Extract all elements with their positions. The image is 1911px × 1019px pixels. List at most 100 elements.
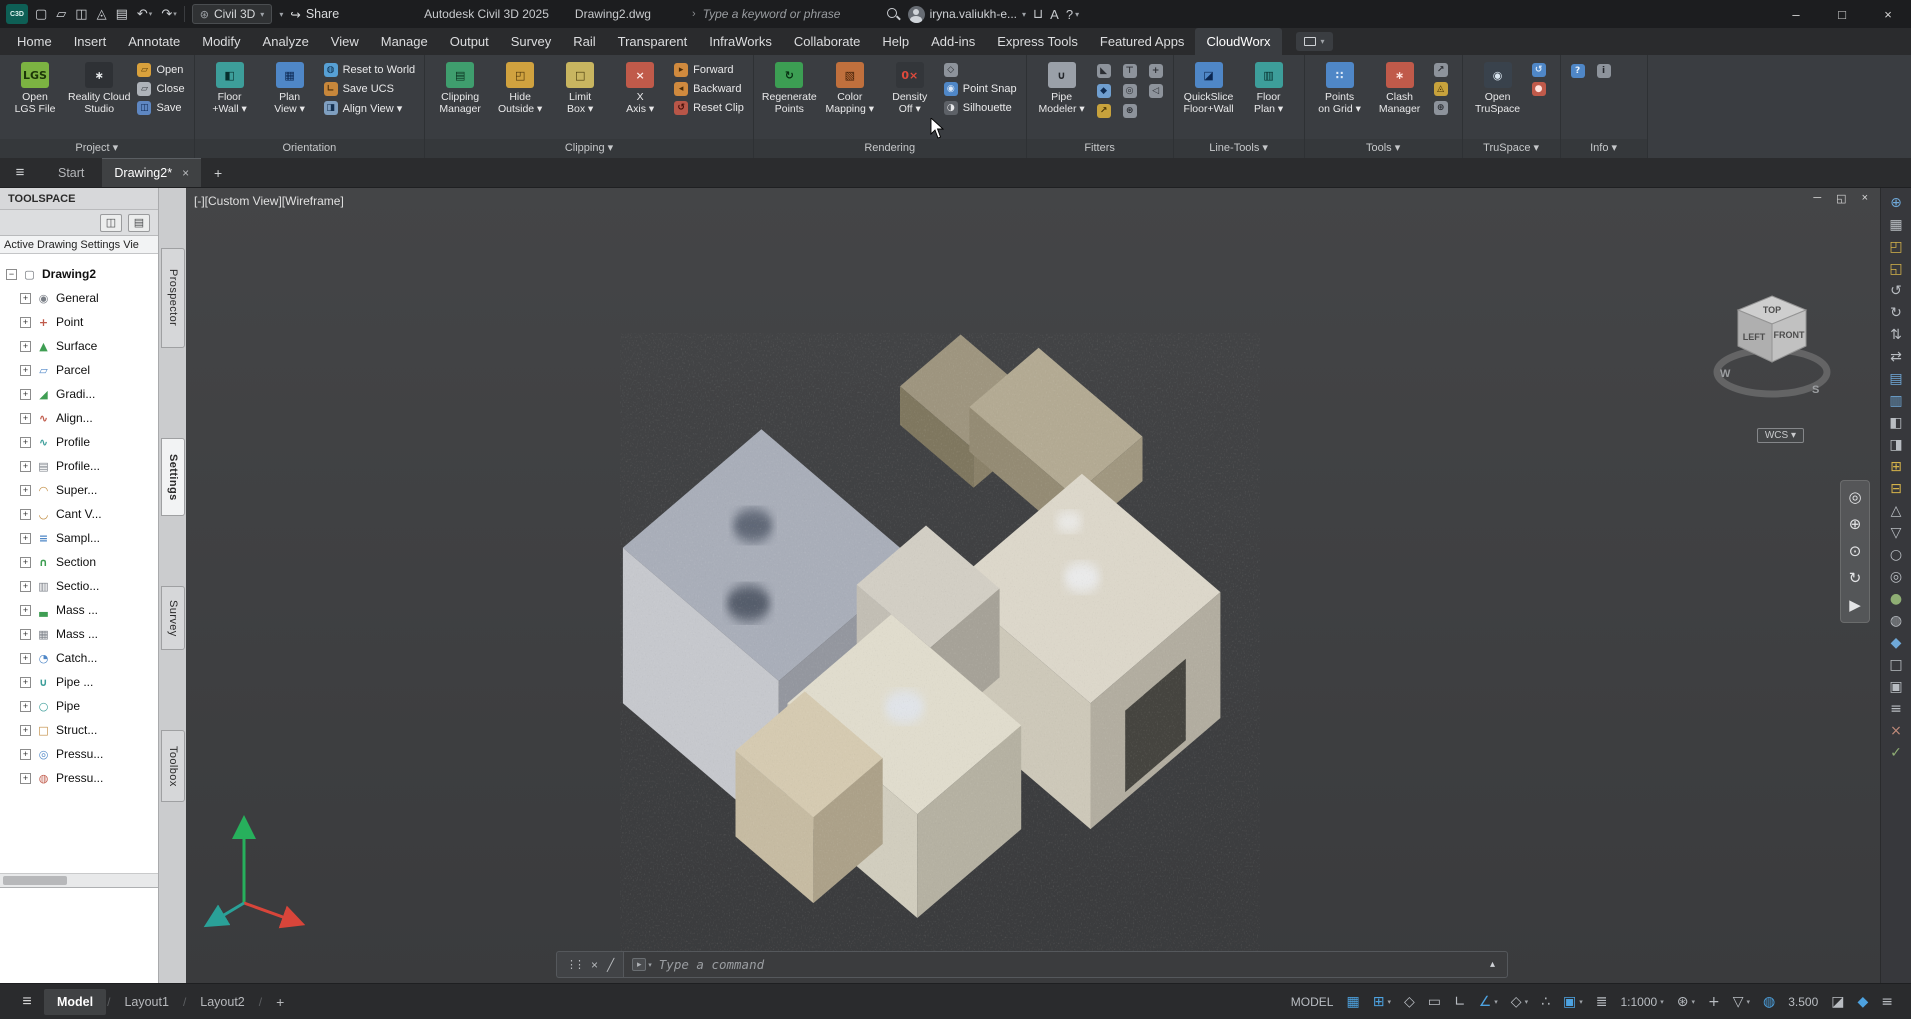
gizmo-icon[interactable]: ◍ (1763, 995, 1775, 1009)
menu-tab-add-ins[interactable]: Add-ins (920, 28, 986, 55)
tree-item-catch[interactable]: +◔Catch... (0, 646, 158, 670)
plot-button[interactable]: ▤ (116, 7, 128, 22)
toolspace-tab-toolbox[interactable]: Toolbox (161, 730, 185, 802)
menu-tab-insert[interactable]: Insert (63, 28, 118, 55)
cw-toolbar-icon-4[interactable]: ◱ (1889, 262, 1902, 276)
command-line-close-icon[interactable]: × (591, 958, 598, 972)
cw-toolbar-icon-21[interactable]: ◆ (1891, 636, 1902, 650)
expand-icon[interactable]: + (20, 605, 31, 616)
menu-tab-annotate[interactable]: Annotate (117, 28, 191, 55)
fitter-pick-button[interactable]: ↗ (1094, 104, 1114, 118)
menu-tab-survey[interactable]: Survey (500, 28, 562, 55)
cw-toolbar-icon-8[interactable]: ⇄ (1890, 350, 1902, 364)
expand-icon[interactable]: + (20, 725, 31, 736)
user-account-menu[interactable]: iryna.valiukh-e... ▾ (908, 6, 1026, 23)
expand-icon[interactable]: + (20, 581, 31, 592)
toolspace-view-selector[interactable]: Active Drawing Settings Vie (0, 236, 158, 254)
showmotion-icon[interactable]: ▶ (1849, 598, 1861, 613)
limit-box-button[interactable]: □LimitBox ▾ (552, 60, 608, 118)
tree-item-pipe[interactable]: +○Pipe (0, 694, 158, 718)
model-paper-toggle[interactable]: MODEL (1291, 995, 1334, 1009)
expand-icon[interactable]: + (20, 317, 31, 328)
clash-manager-button[interactable]: ∗ClashManager (1372, 60, 1428, 118)
annotation-scale[interactable]: 1:1000▾ (1621, 995, 1664, 1009)
tree-item-gradi[interactable]: +◢Gradi... (0, 382, 158, 406)
open-lgs-file-button[interactable]: LGSOpenLGS File (7, 60, 63, 118)
viewcube-south[interactable]: S (1812, 384, 1819, 396)
collapse-icon[interactable]: − (6, 269, 17, 280)
cw-toolbar-icon-2[interactable]: ▦ (1889, 218, 1902, 232)
tab-start[interactable]: Start (40, 158, 102, 187)
cw-toolbar-icon-26[interactable]: ✓ (1890, 746, 1902, 760)
menu-tab-analyze[interactable]: Analyze (252, 28, 320, 55)
quickslice-floor-wall-button[interactable]: ◪QuickSliceFloor+Wall (1181, 60, 1237, 118)
new-layout-button[interactable]: + (263, 989, 297, 1015)
cw-toolbar-icon-6[interactable]: ↻ (1890, 306, 1902, 320)
tree-item-mass[interactable]: +▦Mass ... (0, 622, 158, 646)
cw-toolbar-icon-12[interactable]: ◨ (1889, 438, 1902, 452)
ribbon-panel-label-clipping[interactable]: Clipping ▾ (425, 139, 753, 158)
search-input[interactable] (703, 7, 879, 21)
cw-toolbar-icon-24[interactable]: ≡ (1890, 702, 1902, 716)
point-cloud-detail[interactable]: 3.500 (1788, 995, 1818, 1009)
qat-customize-icon[interactable]: ▾ (279, 10, 283, 19)
menu-tab-collaborate[interactable]: Collaborate (783, 28, 872, 55)
regenerate-points-button[interactable]: ↻RegeneratePoints (761, 60, 818, 118)
expand-icon[interactable]: + (20, 293, 31, 304)
tree-item-sampl[interactable]: +≡Sampl... (0, 526, 158, 550)
color-mapping-button[interactable]: ▧ColorMapping ▾ (822, 60, 878, 118)
isolate-objects-icon[interactable]: ◪ (1831, 995, 1844, 1009)
redo-button[interactable]: ↷▾ (161, 7, 176, 22)
tree-item-pipe[interactable]: +∪Pipe ... (0, 670, 158, 694)
expand-icon[interactable]: + (20, 653, 31, 664)
viewcube[interactable]: W S TOP LEFT FRONT (1712, 280, 1832, 410)
tree-item-point[interactable]: ++Point (0, 310, 158, 334)
tree-item-section[interactable]: +∩Section (0, 550, 158, 574)
cw-toolbar-icon-3[interactable]: ◰ (1889, 240, 1902, 254)
cw-toolbar-icon-22[interactable]: □ (1889, 658, 1902, 672)
fitter-reducer-button[interactable]: ◁ (1146, 84, 1166, 98)
toolspace-title[interactable]: TOOLSPACE (0, 188, 158, 210)
undo-button[interactable]: ↶▾ (137, 7, 152, 22)
menu-tab-transparent[interactable]: Transparent (607, 28, 699, 55)
render-option-button[interactable]: ◇ (942, 63, 1019, 77)
cw-toolbar-icon-13[interactable]: ⊞ (1890, 460, 1902, 474)
reset-clip-button[interactable]: ↺Reset Clip (672, 101, 746, 115)
tools-measure-button[interactable]: ↗ (1432, 63, 1455, 77)
layout-tab-model[interactable]: Model (44, 989, 106, 1015)
expand-icon[interactable]: + (20, 461, 31, 472)
menu-tab-infraworks[interactable]: InfraWorks (698, 28, 783, 55)
point-cloud-model[interactable] (620, 333, 1260, 955)
menu-tab-featured-apps[interactable]: Featured Apps (1089, 28, 1196, 55)
customization-icon[interactable]: ≡ (1881, 995, 1893, 1009)
toolspace-tab-prospector[interactable]: Prospector (161, 248, 185, 348)
menu-tab-output[interactable]: Output (439, 28, 500, 55)
viewport-close-icon[interactable]: × (1862, 192, 1868, 205)
ribbon-panel-label-fitters[interactable]: Fitters (1027, 139, 1173, 158)
toolspace-hscrollbar[interactable] (0, 873, 158, 887)
toolspace-tab-survey[interactable]: Survey (161, 586, 185, 650)
polar-tracking-icon[interactable]: ∠▾ (1479, 995, 1498, 1009)
osnap-tracking-icon[interactable]: ∴ (1541, 995, 1550, 1009)
tree-item-pressu[interactable]: +◍Pressu... (0, 766, 158, 790)
file-tabs-menu-icon[interactable]: ≡ (0, 158, 40, 187)
workspace-gear-icon[interactable]: ⊛▾ (1677, 995, 1695, 1009)
save-file-button[interactable]: ◫ (75, 7, 87, 22)
expand-icon[interactable]: + (20, 413, 31, 424)
hide-outside-button[interactable]: ◰HideOutside ▾ (492, 60, 548, 118)
recent-commands-icon[interactable]: ▸▾ (632, 958, 652, 971)
civil3d-app-icon[interactable]: C3D (6, 4, 28, 24)
annotation-monitor-icon[interactable]: + (1708, 995, 1720, 1009)
info-help-button[interactable]: ? (1568, 64, 1588, 78)
cw-toolbar-icon-18[interactable]: ◎ (1890, 570, 1902, 584)
expand-icon[interactable]: + (20, 533, 31, 544)
fitter-tee-button[interactable]: ⊤ (1120, 64, 1140, 78)
new-file-button[interactable]: ▢ (35, 7, 47, 22)
object-snap-icon[interactable]: ▣▾ (1563, 995, 1583, 1009)
layout-tab-layout2[interactable]: Layout2 (187, 989, 257, 1015)
orbit-icon[interactable]: ↻ (1849, 571, 1862, 586)
expand-icon[interactable]: + (20, 749, 31, 760)
tree-item-struct[interactable]: +□Struct... (0, 718, 158, 742)
cw-toolbar-icon-17[interactable]: ○ (1890, 548, 1902, 562)
dynamic-input-icon[interactable]: ▭ (1428, 995, 1441, 1009)
